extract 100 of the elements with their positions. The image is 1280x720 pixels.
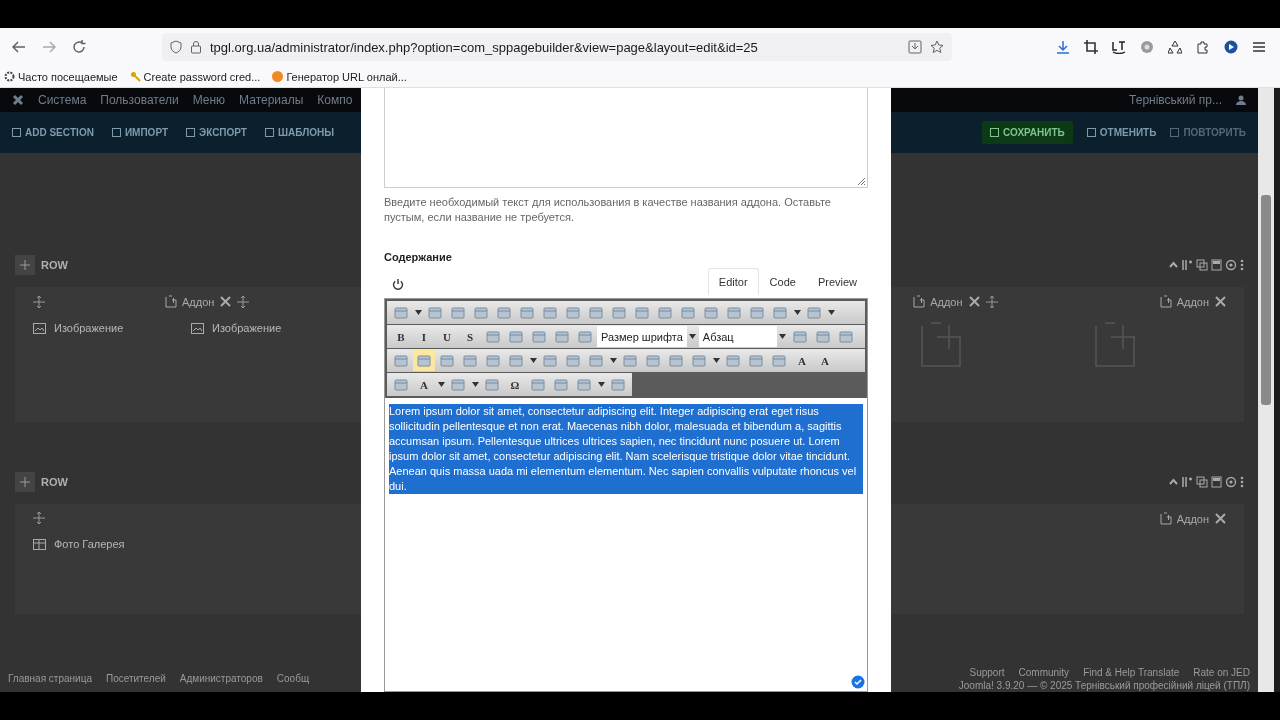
columns-icon xyxy=(1181,259,1193,271)
toolbar-icon xyxy=(589,306,603,319)
power-button[interactable] xyxy=(392,278,404,291)
addon-item[interactable]: Изображение xyxy=(191,322,343,334)
add-page-icon xyxy=(165,295,177,308)
editor-tab[interactable]: Editor xyxy=(707,268,759,295)
translate-extension-icon[interactable] xyxy=(1112,40,1126,54)
add-addon-button[interactable]: Аддон xyxy=(1159,512,1209,525)
footer-link[interactable]: Rate on JED xyxy=(1193,666,1250,678)
builder-toolbar-button[interactable]: ШАБЛОНЫ xyxy=(264,127,334,138)
key-icon xyxy=(129,71,141,82)
editor-tab[interactable]: Preview xyxy=(806,268,868,295)
recycle-icon[interactable] xyxy=(1168,40,1182,54)
rich-text-editor[interactable] xyxy=(384,298,868,692)
site-link[interactable]: Тернівський пр... xyxy=(1129,93,1222,107)
add-page-icon xyxy=(913,295,926,308)
add-addon-button[interactable]: Аддон xyxy=(913,295,963,308)
format-button[interactable]: A xyxy=(814,350,836,371)
toolbar-icon xyxy=(428,306,442,319)
toolbar-icon xyxy=(394,306,408,319)
builder-toolbar-button[interactable]: ИМПОРТ xyxy=(111,127,169,138)
admin-menu-item[interactable]: Система xyxy=(38,93,87,107)
toolbar-icon xyxy=(555,330,569,343)
profile-icon[interactable] xyxy=(1224,40,1238,54)
builder-action-button[interactable]: ОТМЕНИТЬ xyxy=(1086,127,1157,138)
add-addon-button[interactable]: Аддон xyxy=(1159,295,1209,308)
add-addon-button[interactable]: Аддон xyxy=(165,295,215,308)
toolbar-icon xyxy=(532,330,546,343)
footer-link[interactable]: Support xyxy=(969,666,1005,678)
format-button[interactable]: A xyxy=(791,350,813,371)
scrollbar-thumb[interactable] xyxy=(1261,195,1271,405)
check-badge-icon[interactable] xyxy=(851,675,865,689)
bookmark[interactable]: Генератор URL онлай... xyxy=(272,70,407,83)
toolbar-icon xyxy=(704,306,718,319)
bookmark[interactable]: Create password cred... xyxy=(129,70,261,83)
builder-toolbar-button[interactable]: ЭКСПОРТ xyxy=(186,127,247,138)
extensions-icon[interactable] xyxy=(1196,40,1210,54)
move-icon xyxy=(33,295,45,308)
format-select[interactable]: Размер шрифта xyxy=(597,326,687,347)
shield-icon xyxy=(170,40,182,54)
admin-menu-item[interactable]: Меню xyxy=(192,93,226,107)
format-button[interactable]: I xyxy=(413,326,435,347)
add-addon-placeholder-icon[interactable] xyxy=(1094,322,1135,367)
toolbar-small-icon xyxy=(264,128,274,137)
save-icon xyxy=(1211,259,1222,271)
address-bar[interactable]: tpgl.org.ua/administrator/index.php?option=com_sppagebuilder&view=page&layout=edit&id=25 xyxy=(162,33,952,61)
resize-grip-icon[interactable] xyxy=(857,177,866,186)
status-item[interactable]: Администраторов xyxy=(179,673,263,684)
admin-menu-item[interactable]: Материалы xyxy=(239,93,304,107)
toolbar-icon xyxy=(485,378,499,391)
menu-icon[interactable] xyxy=(1252,40,1266,54)
drag-handle-icon xyxy=(15,255,35,275)
page-download-icon[interactable] xyxy=(908,40,922,54)
admin-menu-item[interactable]: Пользователи xyxy=(100,93,179,107)
addon-item[interactable]: Фото Галерея xyxy=(33,538,238,550)
status-item[interactable]: Сообщ xyxy=(276,673,310,684)
toolbar-icon xyxy=(417,354,431,367)
download-icon[interactable] xyxy=(1056,40,1070,54)
admin-menu-item[interactable]: Компо xyxy=(317,93,353,107)
footer-link[interactable]: Find & Help Translate xyxy=(1083,666,1180,678)
format-button[interactable]: Ω xyxy=(504,374,526,395)
forward-arrow-icon xyxy=(42,40,56,54)
action-icon xyxy=(1086,128,1096,137)
format-button[interactable]: A xyxy=(413,374,435,395)
toolbar-icon xyxy=(726,354,740,367)
copy-icon xyxy=(1196,476,1208,488)
builder-action-button[interactable]: СОХРАНИТЬ xyxy=(982,121,1073,144)
editor-tab[interactable]: Code xyxy=(758,268,807,295)
footer-link[interactable]: Community xyxy=(1018,666,1070,678)
save-icon xyxy=(1211,476,1222,488)
toolbar-icon xyxy=(658,306,672,319)
image-icon xyxy=(191,322,204,334)
toolbar-icon xyxy=(451,306,465,319)
status-item[interactable]: Главная страница xyxy=(8,673,92,684)
format-select[interactable]: Абзац xyxy=(698,326,777,347)
toolbar-icon xyxy=(543,354,557,367)
gallery-icon xyxy=(33,538,46,550)
toolbar-icon xyxy=(486,330,500,343)
bookmark[interactable]: Часто посещаемые xyxy=(4,70,118,83)
status-item[interactable]: Посетителей xyxy=(105,673,166,684)
toolbar-icon xyxy=(838,330,853,343)
toolbar-icon xyxy=(611,378,625,391)
format-button[interactable]: S xyxy=(459,326,481,347)
toolbar-small-icon xyxy=(111,128,121,137)
toolbar-icon xyxy=(394,378,408,391)
format-button[interactable]: U xyxy=(436,326,458,347)
toolbar-icon xyxy=(463,354,477,367)
toolbar-icon xyxy=(646,354,660,367)
field-label: Содержание xyxy=(384,251,453,263)
image-icon xyxy=(33,322,46,334)
user-icon[interactable] xyxy=(1236,95,1246,105)
add-addon-placeholder-icon[interactable] xyxy=(921,322,961,367)
format-button[interactable]: B xyxy=(390,326,412,347)
toolbar-icon xyxy=(486,354,500,367)
crop-icon[interactable] xyxy=(1084,40,1098,54)
star-icon[interactable] xyxy=(930,40,944,54)
toolbar-icon xyxy=(815,330,830,343)
drag-handle-icon xyxy=(15,472,35,492)
builder-toolbar-button[interactable]: ADD SECTION xyxy=(12,127,94,138)
addon-item[interactable]: Изображение xyxy=(33,322,185,334)
